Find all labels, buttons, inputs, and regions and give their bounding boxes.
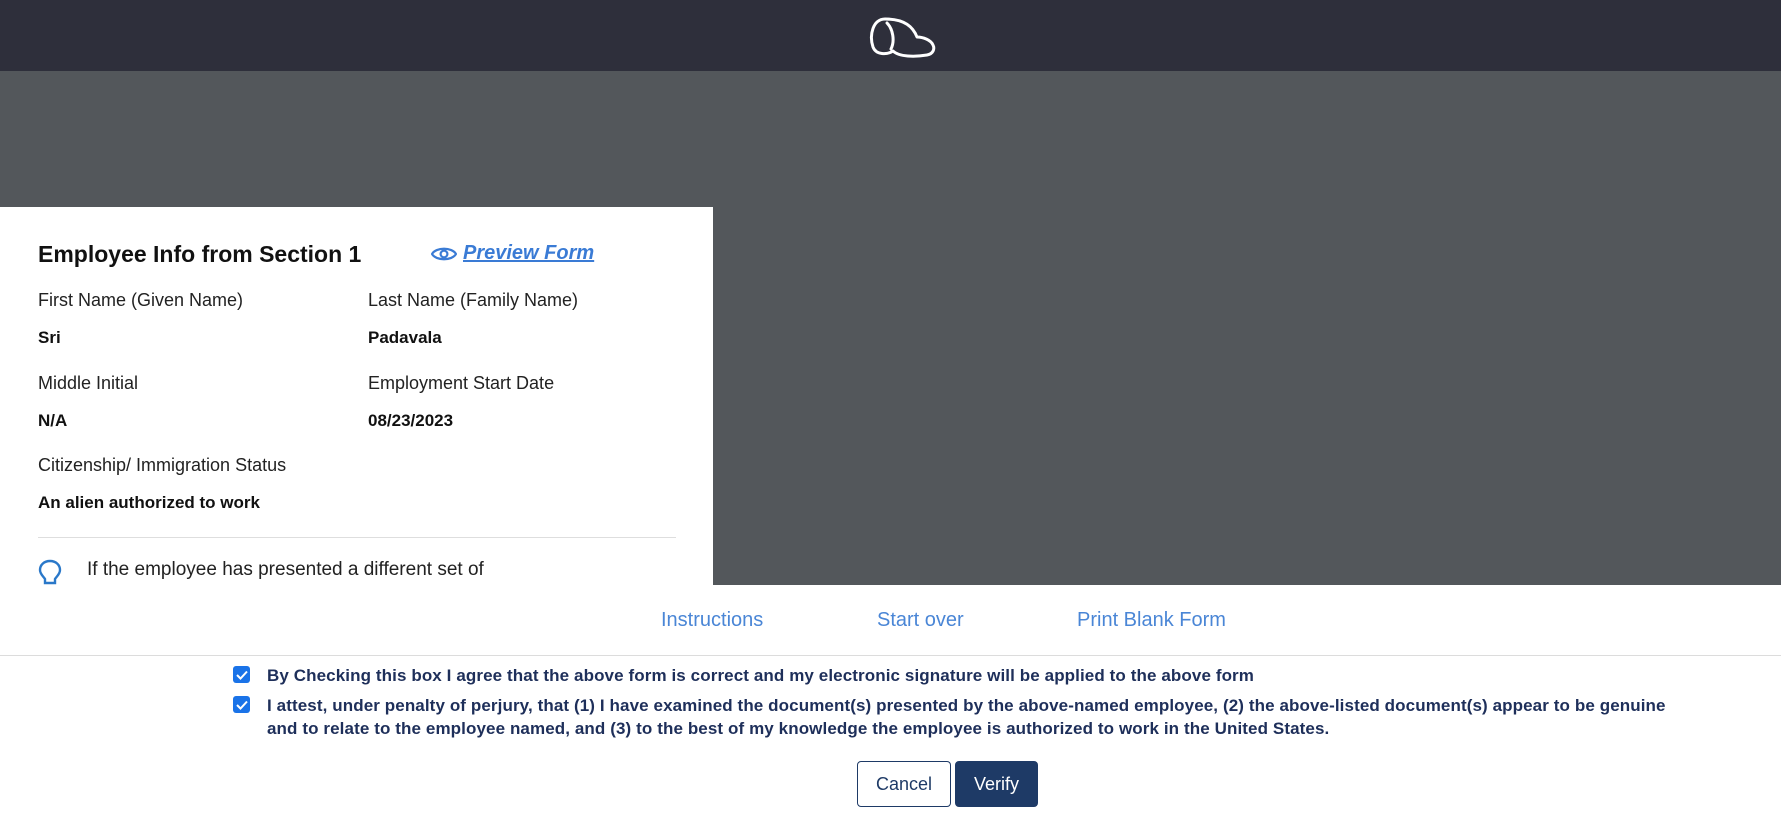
- first-name-label: First Name (Given Name): [38, 290, 244, 310]
- last-name-value: Padavala: [368, 328, 442, 347]
- verify-button[interactable]: Verify: [955, 761, 1038, 807]
- divider: [38, 537, 676, 538]
- perjury-attestation-checkbox[interactable]: [233, 696, 250, 713]
- perjury-attestation-row: I attest, under penalty of perjury, that…: [233, 694, 1666, 740]
- signature-agreement-text: By Checking this box I agree that the ab…: [267, 666, 1254, 685]
- checkmark-icon: [235, 700, 248, 710]
- perjury-attestation-text: I attest, under penalty of perjury, that…: [267, 694, 1666, 740]
- checkmark-icon: [235, 670, 248, 680]
- start-date-value: 08/23/2023: [368, 411, 454, 430]
- print-blank-form-link[interactable]: Print Blank Form: [1077, 609, 1226, 632]
- perjury-attestation-line-2: and to relate to the employee named, and…: [267, 719, 1330, 738]
- panel-title: Employee Info from Section 1: [38, 241, 362, 267]
- middle-initial-value: N/A: [38, 411, 68, 430]
- signature-agreement-checkbox[interactable]: [233, 666, 250, 683]
- middle-initial-label: Middle Initial: [38, 373, 139, 393]
- citizenship-status-value: An alien authorized to work: [38, 493, 260, 512]
- start-over-link[interactable]: Start over: [877, 609, 964, 632]
- preview-form-label[interactable]: Preview Form: [463, 242, 594, 265]
- start-date-label: Employment Start Date: [368, 373, 555, 393]
- footer-links-bar: Instructions Start over Print Blank Form: [0, 585, 1781, 656]
- perjury-attestation-line-1: I attest, under penalty of perjury, that…: [267, 696, 1666, 715]
- lightbulb-icon: [38, 559, 62, 585]
- preview-form-link[interactable]: Preview Form: [431, 242, 594, 265]
- eye-icon: [431, 247, 457, 260]
- instructions-link[interactable]: Instructions: [661, 609, 763, 632]
- cancel-button[interactable]: Cancel: [857, 761, 951, 807]
- citizenship-status-label: Citizenship/ Immigration Status: [38, 455, 287, 475]
- last-name-label: Last Name (Family Name): [368, 290, 579, 310]
- first-name-value: Sri: [38, 328, 61, 347]
- signature-agreement-row: By Checking this box I agree that the ab…: [233, 664, 1254, 687]
- tip-text: If the employee has presented a differen…: [87, 559, 484, 580]
- head-outline-logo-icon: [869, 17, 935, 58]
- employee-info-panel: Employee Info from Section 1 Preview For…: [0, 207, 713, 585]
- top-bar: [0, 0, 1781, 71]
